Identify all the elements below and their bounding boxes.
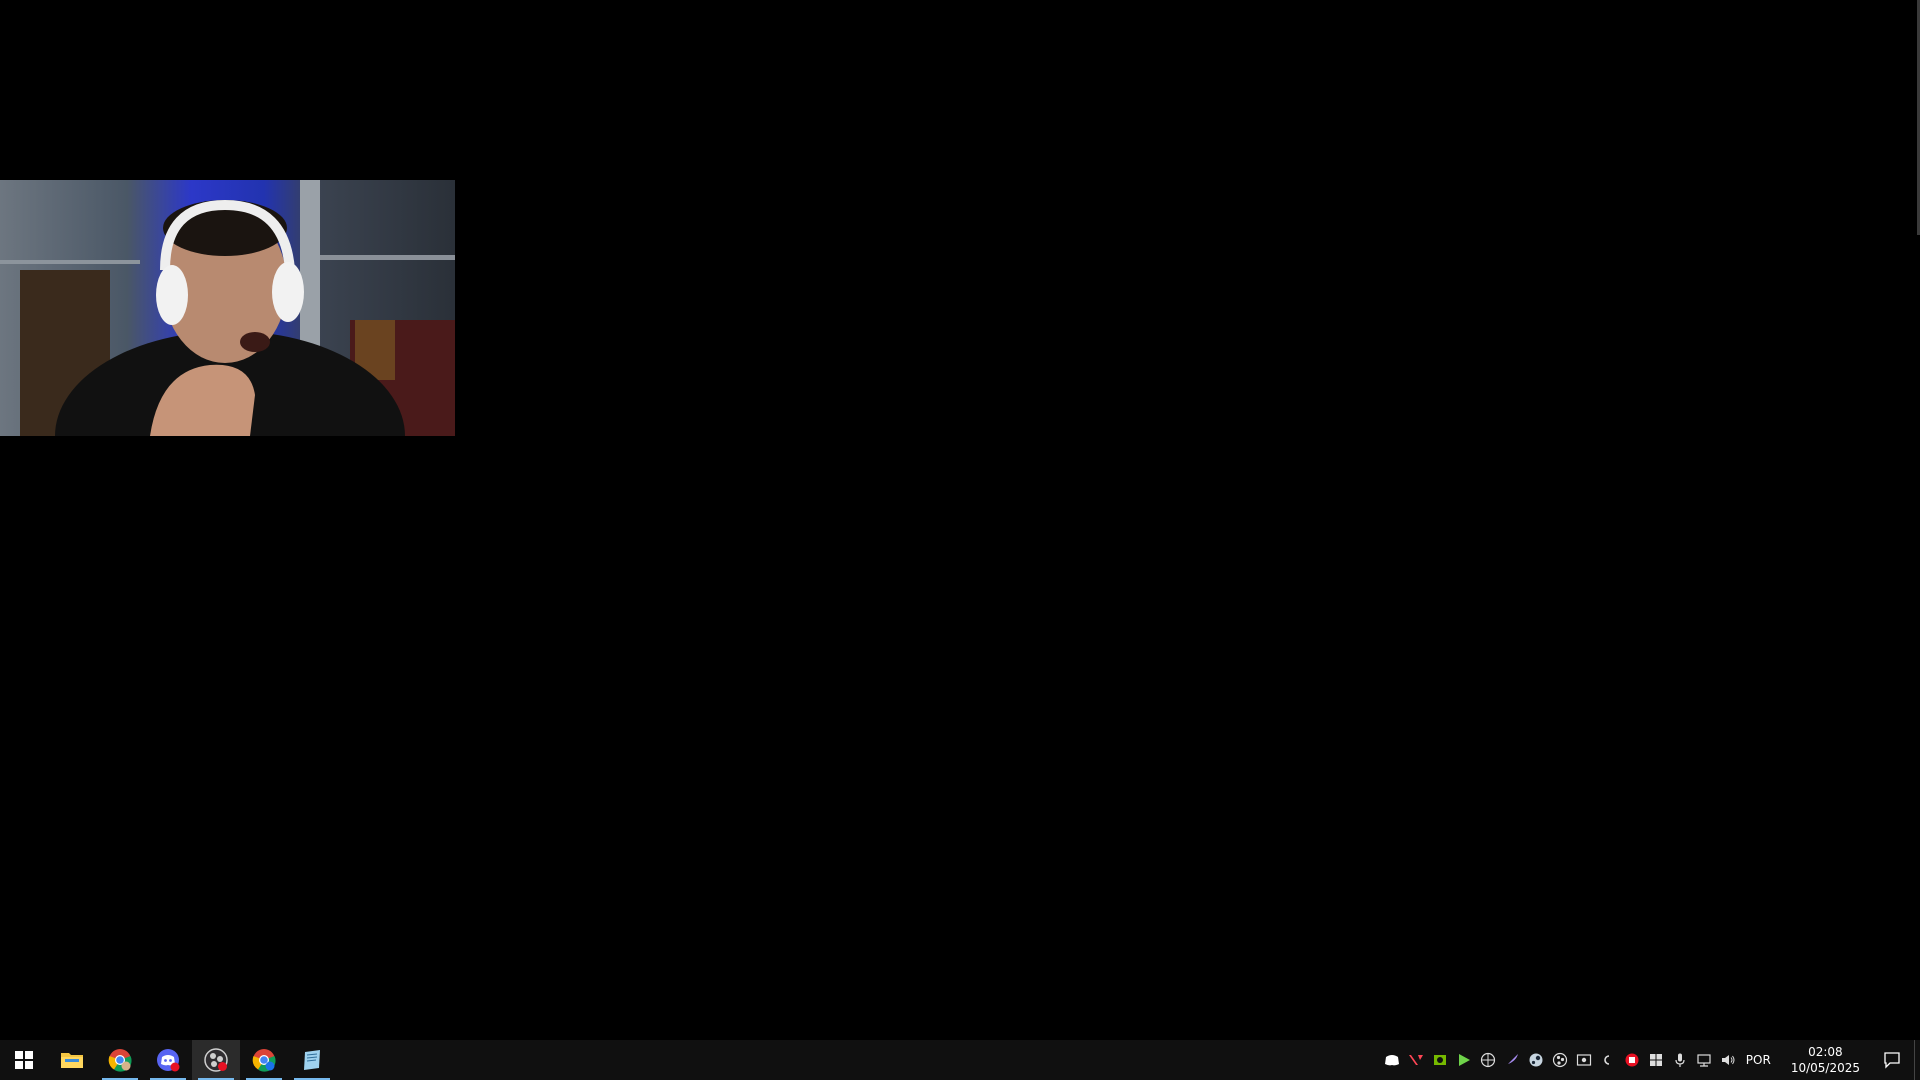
notification-icon <box>1884 1052 1900 1069</box>
nvidia-icon <box>1433 1055 1446 1065</box>
tray-discord[interactable] <box>1380 1040 1404 1080</box>
taskbar-obs[interactable] <box>192 1040 240 1080</box>
tray-security[interactable] <box>1620 1040 1644 1080</box>
feather-icon <box>1505 1054 1518 1066</box>
webcam-image <box>0 180 455 436</box>
system-tray: POR 02:08 10/05/2025 <box>1380 1040 1920 1080</box>
windows-logo-icon <box>15 1051 33 1069</box>
windows-flag-icon <box>1649 1054 1662 1066</box>
start-button[interactable] <box>0 1040 48 1080</box>
tray-windows-security[interactable] <box>1644 1040 1668 1080</box>
globe-icon <box>1480 1052 1495 1068</box>
tray-feather[interactable] <box>1500 1040 1524 1080</box>
show-desktop-button[interactable] <box>1914 1040 1920 1080</box>
tray-obs[interactable] <box>1548 1040 1572 1080</box>
chrome-icon <box>108 1049 132 1072</box>
desktop <box>0 0 1920 1040</box>
taskbar-notes[interactable] <box>288 1040 336 1080</box>
clock-time: 02:08 <box>1808 1045 1843 1059</box>
taskbar-file-explorer[interactable] <box>48 1040 96 1080</box>
play-icon <box>1458 1054 1470 1066</box>
obs-icon <box>1552 1052 1567 1068</box>
obs-icon <box>204 1048 228 1072</box>
chrome-icon <box>252 1049 276 1072</box>
valorant-icon <box>1408 1055 1423 1065</box>
tray-network[interactable] <box>1692 1040 1716 1080</box>
tray-play[interactable] <box>1452 1040 1476 1080</box>
security-shield-icon <box>1625 1053 1639 1067</box>
tray-volume[interactable] <box>1716 1040 1740 1080</box>
tray-globe[interactable] <box>1476 1040 1500 1080</box>
folder-icon <box>61 1053 83 1068</box>
discord-icon <box>1384 1055 1399 1066</box>
tray-steam[interactable] <box>1524 1040 1548 1080</box>
logitech-icon <box>1604 1055 1609 1065</box>
webcam-overlay <box>0 180 455 436</box>
tray-screen-capture[interactable] <box>1572 1040 1596 1080</box>
screen-capture-icon <box>1576 1054 1591 1066</box>
tray-nvidia[interactable] <box>1428 1040 1452 1080</box>
network-icon <box>1697 1054 1711 1067</box>
tray-logitech[interactable] <box>1596 1040 1620 1080</box>
clock[interactable]: 02:08 10/05/2025 <box>1781 1044 1870 1076</box>
taskbar-chrome-1[interactable] <box>96 1040 144 1080</box>
action-center-button[interactable] <box>1870 1040 1914 1080</box>
taskbar-chrome-2[interactable] <box>240 1040 288 1080</box>
input-language[interactable]: POR <box>1740 1053 1781 1067</box>
tray-microphone[interactable] <box>1668 1040 1692 1080</box>
notepad-icon <box>304 1050 320 1070</box>
microphone-icon <box>1675 1053 1685 1067</box>
tray-valorant[interactable] <box>1404 1040 1428 1080</box>
steam-icon <box>1529 1053 1543 1067</box>
taskbar-discord[interactable] <box>144 1040 192 1080</box>
clock-date: 10/05/2025 <box>1790 1061 1860 1075</box>
discord-icon <box>157 1049 180 1072</box>
taskbar: POR 02:08 10/05/2025 <box>0 1040 1920 1080</box>
speaker-icon <box>1721 1055 1735 1065</box>
